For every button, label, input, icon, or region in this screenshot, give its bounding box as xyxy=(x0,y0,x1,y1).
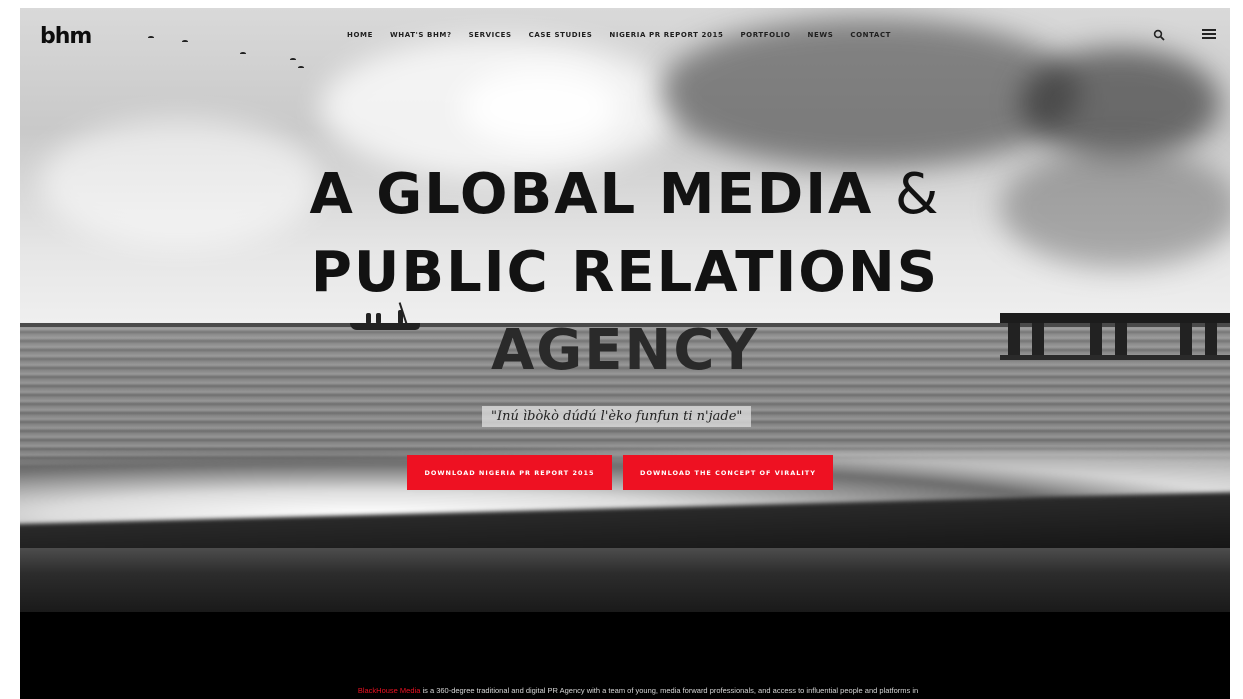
headline-ampersand: & xyxy=(894,162,941,227)
hero-tagline: "Inú ìbòkò dúdú l'èko funfun ti n'jade" xyxy=(482,406,752,427)
nav-item-contact[interactable]: CONTACT xyxy=(850,31,891,39)
headline-text-1: A GLOBAL MEDIA xyxy=(309,162,874,227)
nav-item-case-studies[interactable]: CASE STUDIES xyxy=(529,31,593,39)
hamburger-menu-icon[interactable] xyxy=(1202,29,1216,41)
hero-headline: A GLOBAL MEDIA & PUBLIC RELATIONS AGENCY xyxy=(20,156,1230,390)
download-pr-report-button[interactable]: DOWNLOAD NIGERIA PR REPORT 2015 xyxy=(407,455,612,490)
cloud xyxy=(1020,48,1220,158)
about-text: BlackHouse Media is a 360-degree traditi… xyxy=(238,684,1038,697)
about-brand-link[interactable]: BlackHouse Media xyxy=(358,686,421,695)
site-logo[interactable]: bhm xyxy=(40,24,92,49)
headline-line-1: A GLOBAL MEDIA & xyxy=(20,156,1230,234)
about-section: BlackHouse Media is a 360-degree traditi… xyxy=(20,612,1230,699)
bird-icon xyxy=(298,66,304,69)
cloud xyxy=(460,68,620,148)
search-button[interactable] xyxy=(1153,28,1169,44)
nav-item-news[interactable]: NEWS xyxy=(808,31,834,39)
bird-icon xyxy=(240,52,246,55)
cloud xyxy=(660,18,1080,168)
bird-icon xyxy=(182,40,188,43)
nav-item-home[interactable]: HOME xyxy=(347,31,373,39)
about-description: is a 360-degree traditional and digital … xyxy=(420,686,919,695)
search-icon xyxy=(1153,29,1165,41)
nav-item-whats-bhm[interactable]: WHAT'S BHM? xyxy=(390,31,452,39)
main-nav: HOME WHAT'S BHM? SERVICES CASE STUDIES N… xyxy=(347,31,891,39)
bird-icon xyxy=(290,58,296,61)
headline-line-2: PUBLIC RELATIONS xyxy=(310,240,940,305)
beach-sand xyxy=(20,548,1230,612)
birds xyxy=(140,28,320,88)
nav-item-portfolio[interactable]: PORTFOLIO xyxy=(740,31,790,39)
nav-item-services[interactable]: SERVICES xyxy=(469,31,512,39)
bird-icon xyxy=(148,36,154,39)
download-virality-button[interactable]: DOWNLOAD THE CONCEPT OF VIRALITY xyxy=(623,455,833,490)
nav-item-pr-report[interactable]: NIGERIA PR REPORT 2015 xyxy=(609,31,723,39)
headline-line-3: AGENCY xyxy=(490,318,760,383)
page-frame: bhm HOME WHAT'S BHM? SERVICES CASE STUDI… xyxy=(20,8,1230,699)
